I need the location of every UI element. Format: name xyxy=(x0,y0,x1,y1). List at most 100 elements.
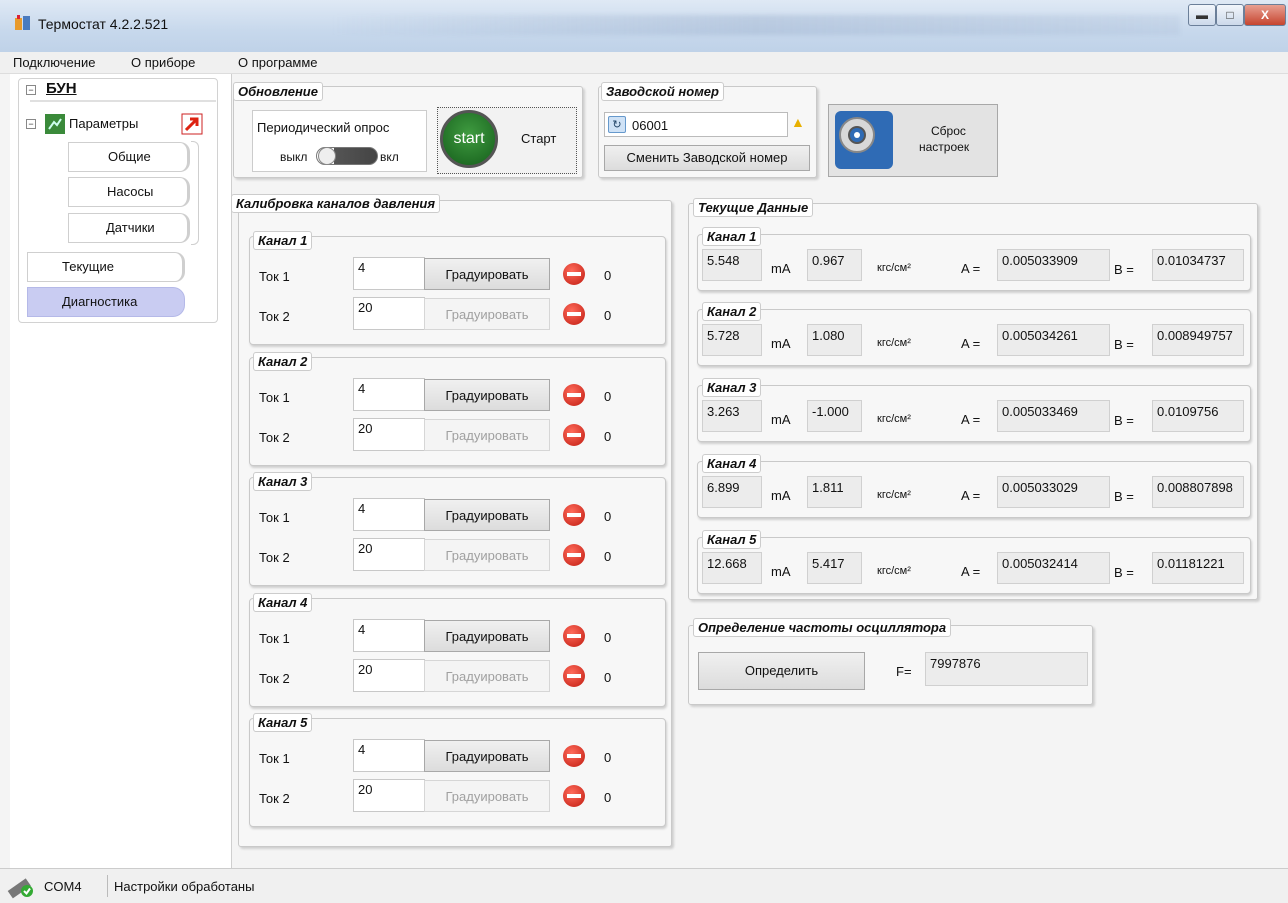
calibrate-button[interactable]: Градуировать xyxy=(424,740,550,772)
unit-pressure: кгс/см² xyxy=(877,262,911,274)
stop-icon xyxy=(563,745,585,767)
calibration-count: 0 xyxy=(604,549,612,564)
detect-button[interactable]: Определить xyxy=(698,652,865,690)
calibrate-button[interactable]: Градуировать xyxy=(424,620,550,652)
calibration-title: Калибровка каналов давления xyxy=(231,194,441,213)
menu-about[interactable]: О программе xyxy=(238,55,318,70)
coef-b-value: 0.008949757 xyxy=(1152,324,1244,356)
current-ma-value: 3.263 xyxy=(702,400,762,432)
calibrate-button[interactable]: Градуировать xyxy=(424,780,550,812)
current-value-input[interactable]: 4 xyxy=(353,619,425,652)
title-bar: Термостат 4.2.2.521 ▬ □ X xyxy=(0,0,1288,52)
current-value-input[interactable]: 20 xyxy=(353,538,425,571)
minimize-button[interactable]: ▬ xyxy=(1188,4,1216,26)
current-data-title: Текущие Данные xyxy=(693,198,814,217)
nav-pumps[interactable]: Насосы xyxy=(68,177,190,207)
calibrate-button[interactable]: Градуировать xyxy=(424,258,550,290)
maximize-button[interactable]: □ xyxy=(1216,4,1244,26)
a-label: A = xyxy=(961,564,981,579)
b-label: B = xyxy=(1114,489,1134,504)
start-label[interactable]: Старт xyxy=(521,131,556,146)
coef-a-value: 0.005033029 xyxy=(997,476,1110,508)
coef-b-value: 0.0109756 xyxy=(1152,400,1244,432)
calibrate-button[interactable]: Градуировать xyxy=(424,539,550,571)
unit-ma: mA xyxy=(771,564,791,579)
current-ma-value: 5.548 xyxy=(702,249,762,281)
menu-device[interactable]: О приборе xyxy=(131,55,195,70)
coef-a-value: 0.005034261 xyxy=(997,324,1110,356)
current-ma-value: 6.899 xyxy=(702,476,762,508)
calibrate-button[interactable]: Градуировать xyxy=(424,379,550,411)
nav-sensors[interactable]: Датчики xyxy=(68,213,190,243)
frequency-label: F= xyxy=(896,664,912,679)
reset-label-2: настроек xyxy=(919,140,970,154)
current-value-input[interactable]: 20 xyxy=(353,297,425,330)
app-icon xyxy=(14,14,32,32)
current-value-input[interactable]: 4 xyxy=(353,378,425,411)
toggle-off-label: выкл xyxy=(280,150,308,164)
current-label: Ток 1 xyxy=(259,269,290,284)
export-icon[interactable] xyxy=(181,113,203,135)
current-value-input[interactable]: 4 xyxy=(353,257,425,290)
stop-icon xyxy=(563,544,585,566)
pressure-value: 1.811 xyxy=(807,476,862,508)
b-label: B = xyxy=(1114,413,1134,428)
current-value-input[interactable]: 20 xyxy=(353,779,425,812)
toggle-on-label: вкл xyxy=(380,150,399,164)
channel-title: Канал 5 xyxy=(253,713,313,732)
current-label: Ток 1 xyxy=(259,510,290,525)
coef-b-value: 0.01181221 xyxy=(1152,552,1244,584)
current-label: Ток 1 xyxy=(259,390,290,405)
current-label: Ток 2 xyxy=(259,671,290,686)
calibrate-button[interactable]: Градуировать xyxy=(424,298,550,330)
current-value-input[interactable]: 20 xyxy=(353,659,425,692)
toggle-knob[interactable] xyxy=(318,147,336,165)
current-label: Ток 2 xyxy=(259,430,290,445)
calibrate-button[interactable]: Градуировать xyxy=(424,499,550,531)
b-label: B = xyxy=(1114,565,1134,580)
close-button[interactable]: X xyxy=(1244,4,1286,26)
change-serial-button[interactable]: Сменить Заводской номер xyxy=(604,145,810,171)
poll-label: Периодический опрос xyxy=(257,120,390,135)
window-title: Термостат 4.2.2.521 xyxy=(38,16,169,32)
calibrate-button[interactable]: Градуировать xyxy=(424,660,550,692)
gear-icon xyxy=(833,107,895,173)
a-label: A = xyxy=(961,261,981,276)
stop-icon xyxy=(563,384,585,406)
divider xyxy=(30,100,216,102)
coef-b-value: 0.008807898 xyxy=(1152,476,1244,508)
calibration-count: 0 xyxy=(604,790,612,805)
stop-icon xyxy=(563,785,585,807)
unit-pressure: кгс/см² xyxy=(877,489,911,501)
b-label: B = xyxy=(1114,337,1134,352)
nav-current[interactable]: Текущие xyxy=(27,252,185,282)
nav-general[interactable]: Общие xyxy=(68,142,190,172)
current-value-input[interactable]: 4 xyxy=(353,498,425,531)
collapse-icon[interactable]: − xyxy=(26,85,36,95)
current-value-input[interactable]: 20 xyxy=(353,418,425,451)
calibration-count: 0 xyxy=(604,389,612,404)
tree-root[interactable]: БУН xyxy=(46,80,77,97)
start-icon[interactable]: start xyxy=(440,110,498,168)
coef-a-value: 0.005033909 xyxy=(997,249,1110,281)
collapse-icon[interactable]: − xyxy=(26,119,36,129)
pressure-value: 1.080 xyxy=(807,324,862,356)
unit-pressure: кгс/см² xyxy=(877,337,911,349)
calibration-count: 0 xyxy=(604,268,612,283)
a-label: A = xyxy=(961,412,981,427)
current-value-input[interactable]: 4 xyxy=(353,739,425,772)
coef-a-value: 0.005032414 xyxy=(997,552,1110,584)
a-label: A = xyxy=(961,336,981,351)
connection-icon xyxy=(6,875,36,899)
menu-connection[interactable]: Подключение xyxy=(13,55,95,70)
tree-parameters[interactable]: Параметры xyxy=(69,116,138,131)
unit-ma: mA xyxy=(771,412,791,427)
nav-diagnostics[interactable]: Диагностика xyxy=(27,287,185,317)
pressure-value: 0.967 xyxy=(807,249,862,281)
current-label: Ток 1 xyxy=(259,631,290,646)
calibrate-button[interactable]: Градуировать xyxy=(424,419,550,451)
channel-title: Канал 3 xyxy=(253,472,313,491)
refresh-icon[interactable]: ↻ xyxy=(608,116,626,133)
current-label: Ток 2 xyxy=(259,791,290,806)
calibration-count: 0 xyxy=(604,750,612,765)
